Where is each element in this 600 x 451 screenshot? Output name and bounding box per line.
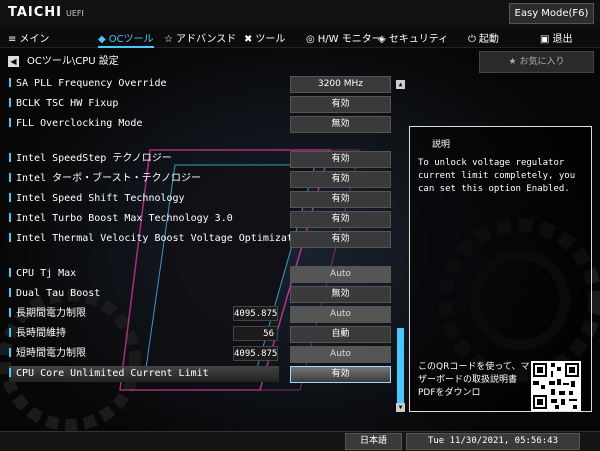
favorites-button[interactable]: ★ お気に入り xyxy=(479,51,594,73)
item-marker xyxy=(9,267,11,277)
date-time[interactable]: Tue 11/30/2021, 05:56:43 xyxy=(406,433,580,450)
setting-row-selected[interactable]: CPU Core Unlimited Current Limit xyxy=(9,366,279,382)
setting-value[interactable]: Auto xyxy=(290,266,391,283)
star-icon: ★ xyxy=(508,57,520,67)
tab-boot[interactable]: ⏻ 起動 xyxy=(468,30,499,45)
easy-mode-button[interactable]: Easy Mode(F6) xyxy=(509,3,594,24)
brand-logo: TAICHI UEFI xyxy=(8,5,84,20)
qr-code-icon xyxy=(531,361,581,411)
number-input[interactable]: 4095.875 xyxy=(233,346,278,361)
tab-main[interactable]: ≡ メイン xyxy=(8,30,49,45)
exit-icon: ▣ xyxy=(540,34,550,45)
setting-row[interactable]: Intel SpeedStep テクノロジー xyxy=(9,151,279,167)
setting-row[interactable]: SA PLL Frequency Override xyxy=(9,76,279,92)
item-marker xyxy=(9,172,11,182)
setting-value[interactable]: 有効 xyxy=(290,231,391,248)
tools-icon: ✖ xyxy=(244,34,253,45)
setting-row[interactable]: Intel Thermal Velocity Boost Voltage Opt… xyxy=(9,231,317,247)
tab-hw-monitor[interactable]: ◎ H/W モニター xyxy=(306,30,382,45)
item-marker xyxy=(9,347,11,357)
setting-value-selected[interactable]: 有効 xyxy=(290,366,391,383)
setting-value[interactable]: 有効 xyxy=(290,151,391,168)
tab-security[interactable]: ◈ セキュリティ xyxy=(378,30,448,45)
setting-value[interactable]: 自動 xyxy=(290,326,391,343)
breadcrumb: ◀ OCツール\CPU 設定 xyxy=(8,52,119,67)
description-panel: 説明 To unlock voltage regulator current l… xyxy=(409,126,592,412)
top-bar: TAICHI UEFI Easy Mode(F6) xyxy=(0,0,600,27)
power-icon: ⏻ xyxy=(468,34,476,45)
setting-row[interactable]: Intel Speed Shift Technology xyxy=(9,191,279,207)
number-input[interactable]: 4095.875 xyxy=(233,306,278,321)
tab-tools[interactable]: ✖ ツール xyxy=(244,30,285,45)
qr-text: このQRコードを使って、マザーボードの取扱説明書PDFをダウンロ xyxy=(418,362,530,398)
scroll-down-arrow-icon[interactable]: ▼ xyxy=(396,403,405,412)
setting-row[interactable]: FLL Overclocking Mode xyxy=(9,116,279,132)
setting-value[interactable]: 有効 xyxy=(290,211,391,228)
setting-value[interactable]: 有効 xyxy=(290,171,391,188)
setting-row[interactable]: CPU Tj Max xyxy=(9,266,279,282)
item-marker xyxy=(9,152,11,162)
tab-oc-tools[interactable]: ◆ OCツール xyxy=(98,30,154,48)
item-marker xyxy=(9,212,11,222)
star-icon: ☆ xyxy=(164,34,173,45)
item-marker xyxy=(9,367,11,377)
setting-row[interactable]: Dual Tau Boost xyxy=(9,286,279,302)
list-icon: ≡ xyxy=(8,34,17,45)
setting-value[interactable]: Auto xyxy=(290,306,391,323)
setting-value[interactable]: 有効 xyxy=(290,96,391,113)
shield-icon: ◈ xyxy=(378,34,386,45)
setting-row[interactable]: Intel ターボ・ブースト・テクノロジー xyxy=(9,171,279,187)
item-marker xyxy=(9,97,11,107)
setting-value[interactable]: 無効 xyxy=(290,286,391,303)
setting-value[interactable]: 3200 MHz xyxy=(290,76,391,93)
back-arrow-icon[interactable]: ◀ xyxy=(8,55,19,67)
monitor-icon: ◎ xyxy=(306,34,315,45)
item-marker xyxy=(9,327,11,337)
setting-value[interactable]: 無効 xyxy=(290,116,391,133)
language-selector[interactable]: 日本語 xyxy=(345,433,402,450)
scroll-up-arrow-icon[interactable]: ▲ xyxy=(396,80,405,89)
setting-row[interactable]: Intel Turbo Boost Max Technology 3.0 xyxy=(9,211,279,227)
setting-row[interactable]: BCLK TSC HW Fixup xyxy=(9,96,279,112)
number-input[interactable]: 56 xyxy=(233,326,278,341)
tab-exit[interactable]: ▣ 退出 xyxy=(540,30,572,45)
tab-advanced[interactable]: ☆ アドバンスド xyxy=(164,30,236,45)
setting-value[interactable]: Auto xyxy=(290,346,391,363)
description-text: To unlock voltage regulator current limi… xyxy=(418,158,576,194)
item-marker xyxy=(9,307,11,317)
item-marker xyxy=(9,287,11,297)
item-marker xyxy=(9,117,11,127)
description-title: 説明 xyxy=(432,140,451,150)
scrollbar-thumb[interactable] xyxy=(397,328,404,408)
item-marker xyxy=(9,77,11,87)
item-marker xyxy=(9,232,11,242)
setting-value[interactable]: 有効 xyxy=(290,191,391,208)
flame-icon: ◆ xyxy=(98,34,106,45)
item-marker xyxy=(9,192,11,202)
main-menu: ≡ メイン ◆ OCツール ☆ アドバンスド ✖ ツール ◎ H/W モニター ◈ セキュリ… xyxy=(0,27,600,48)
